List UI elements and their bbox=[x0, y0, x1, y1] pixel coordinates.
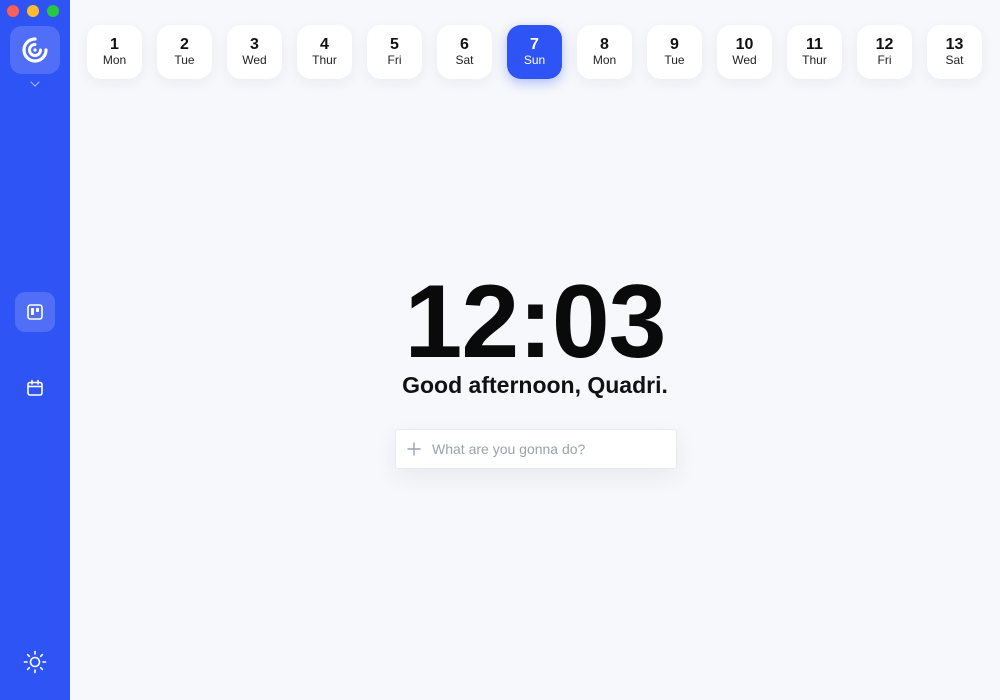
day-number: 1 bbox=[110, 36, 119, 53]
app-window: 1 Mon 2 Tue 3 Wed 4 Thur 5 Fri 6 Sat 7 Sun 8 Mon… bbox=[0, 0, 1000, 700]
day-weekday: Sun bbox=[523, 53, 546, 67]
day-number: 9 bbox=[670, 36, 679, 53]
day-tile[interactable]: 4 Thur bbox=[297, 25, 352, 79]
day-tile[interactable]: 3 Wed bbox=[227, 25, 282, 79]
workspace-switcher-button[interactable] bbox=[10, 26, 60, 74]
board-icon bbox=[27, 304, 43, 320]
day-weekday: Wed bbox=[732, 53, 757, 67]
day-number: 13 bbox=[945, 36, 964, 53]
theme-toggle-button[interactable] bbox=[15, 642, 55, 682]
day-tile[interactable]: 12 Fri bbox=[857, 25, 912, 79]
day-tile[interactable]: 1 Mon bbox=[87, 25, 142, 79]
day-weekday: Thur bbox=[312, 53, 337, 67]
day-tile[interactable]: 6 Sat bbox=[437, 25, 492, 79]
day-weekday: Tue bbox=[174, 53, 195, 67]
day-number: 8 bbox=[600, 36, 609, 53]
sidebar-item-board[interactable] bbox=[15, 292, 55, 332]
day-weekday: Mon bbox=[592, 53, 617, 67]
new-task-box[interactable] bbox=[395, 429, 677, 469]
sun-icon bbox=[23, 650, 47, 674]
day-tile-selected[interactable]: 7 Sun bbox=[507, 25, 562, 79]
day-number: 7 bbox=[530, 36, 539, 53]
day-weekday: Sat bbox=[945, 53, 964, 67]
chevron-down-icon[interactable] bbox=[29, 78, 41, 90]
day-tile[interactable]: 11 Thur bbox=[787, 25, 842, 79]
window-controls bbox=[7, 5, 59, 17]
day-tile[interactable]: 2 Tue bbox=[157, 25, 212, 79]
app-logo-icon bbox=[22, 37, 48, 63]
day-weekday: Tue bbox=[664, 53, 685, 67]
day-weekday: Sat bbox=[455, 53, 474, 67]
day-number: 12 bbox=[875, 36, 894, 53]
minimize-window-button[interactable] bbox=[27, 5, 39, 17]
close-window-button[interactable] bbox=[7, 5, 19, 17]
day-number: 10 bbox=[735, 36, 754, 53]
calendar-icon bbox=[27, 379, 43, 396]
clock-time: 12:03 bbox=[404, 264, 667, 380]
day-tile[interactable]: 13 Sat bbox=[927, 25, 982, 79]
day-tile[interactable]: 5 Fri bbox=[367, 25, 422, 79]
day-strip: 1 Mon 2 Tue 3 Wed 4 Thur 5 Fri 6 Sat 7 Sun 8 Mon… bbox=[87, 25, 982, 79]
day-number: 3 bbox=[250, 36, 259, 53]
day-tile[interactable]: 8 Mon bbox=[577, 25, 632, 79]
day-number: 2 bbox=[180, 36, 189, 53]
day-number: 5 bbox=[390, 36, 399, 53]
plus-icon[interactable] bbox=[396, 430, 432, 468]
day-number: 6 bbox=[460, 36, 469, 53]
day-weekday: Wed bbox=[242, 53, 267, 67]
new-task-input[interactable] bbox=[432, 441, 662, 457]
greeting-text: Good afternoon, Quadri. bbox=[402, 372, 668, 398]
day-weekday: Fri bbox=[877, 53, 892, 67]
day-weekday: Thur bbox=[802, 53, 827, 67]
day-weekday: Fri bbox=[387, 53, 402, 67]
sidebar-item-calendar[interactable] bbox=[15, 368, 55, 408]
sidebar bbox=[0, 0, 70, 700]
day-number: 11 bbox=[806, 36, 823, 53]
day-number: 4 bbox=[320, 36, 329, 53]
day-tile[interactable]: 9 Tue bbox=[647, 25, 702, 79]
day-tile[interactable]: 10 Wed bbox=[717, 25, 772, 79]
day-weekday: Mon bbox=[102, 53, 127, 67]
zoom-window-button[interactable] bbox=[47, 5, 59, 17]
